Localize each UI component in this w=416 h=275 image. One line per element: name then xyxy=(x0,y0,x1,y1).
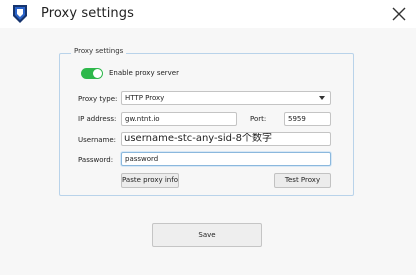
title-bar: Proxy settings xyxy=(0,0,416,28)
close-icon[interactable] xyxy=(390,5,408,23)
port-input[interactable]: 5959 xyxy=(284,112,331,126)
ip-address-label: IP address: xyxy=(78,115,117,123)
save-button[interactable]: Save xyxy=(152,223,262,247)
password-input[interactable]: password xyxy=(121,152,331,166)
proxy-type-label: Proxy type: xyxy=(78,95,118,103)
app-logo-icon xyxy=(11,4,29,24)
proxy-type-select[interactable]: HTTP Proxy xyxy=(121,91,331,105)
window-title: Proxy settings xyxy=(41,6,134,21)
password-label: Password: xyxy=(78,156,114,164)
enable-proxy-label: Enable proxy server xyxy=(109,69,179,77)
username-input[interactable]: username-stc-any-sid-8个数字 xyxy=(121,132,331,146)
port-label: Port: xyxy=(250,115,267,123)
enable-proxy-toggle[interactable] xyxy=(81,68,103,79)
ip-address-input[interactable]: gw.ntnt.io xyxy=(121,112,237,126)
group-title: Proxy settings xyxy=(71,47,127,55)
username-label: Username: xyxy=(78,136,117,144)
paste-proxy-info-button[interactable]: Paste proxy info xyxy=(121,173,179,188)
proxy-type-value: HTTP Proxy xyxy=(125,94,165,102)
test-proxy-button[interactable]: Test Proxy xyxy=(274,173,331,188)
toggle-knob xyxy=(93,69,102,78)
chevron-down-icon xyxy=(319,96,325,100)
